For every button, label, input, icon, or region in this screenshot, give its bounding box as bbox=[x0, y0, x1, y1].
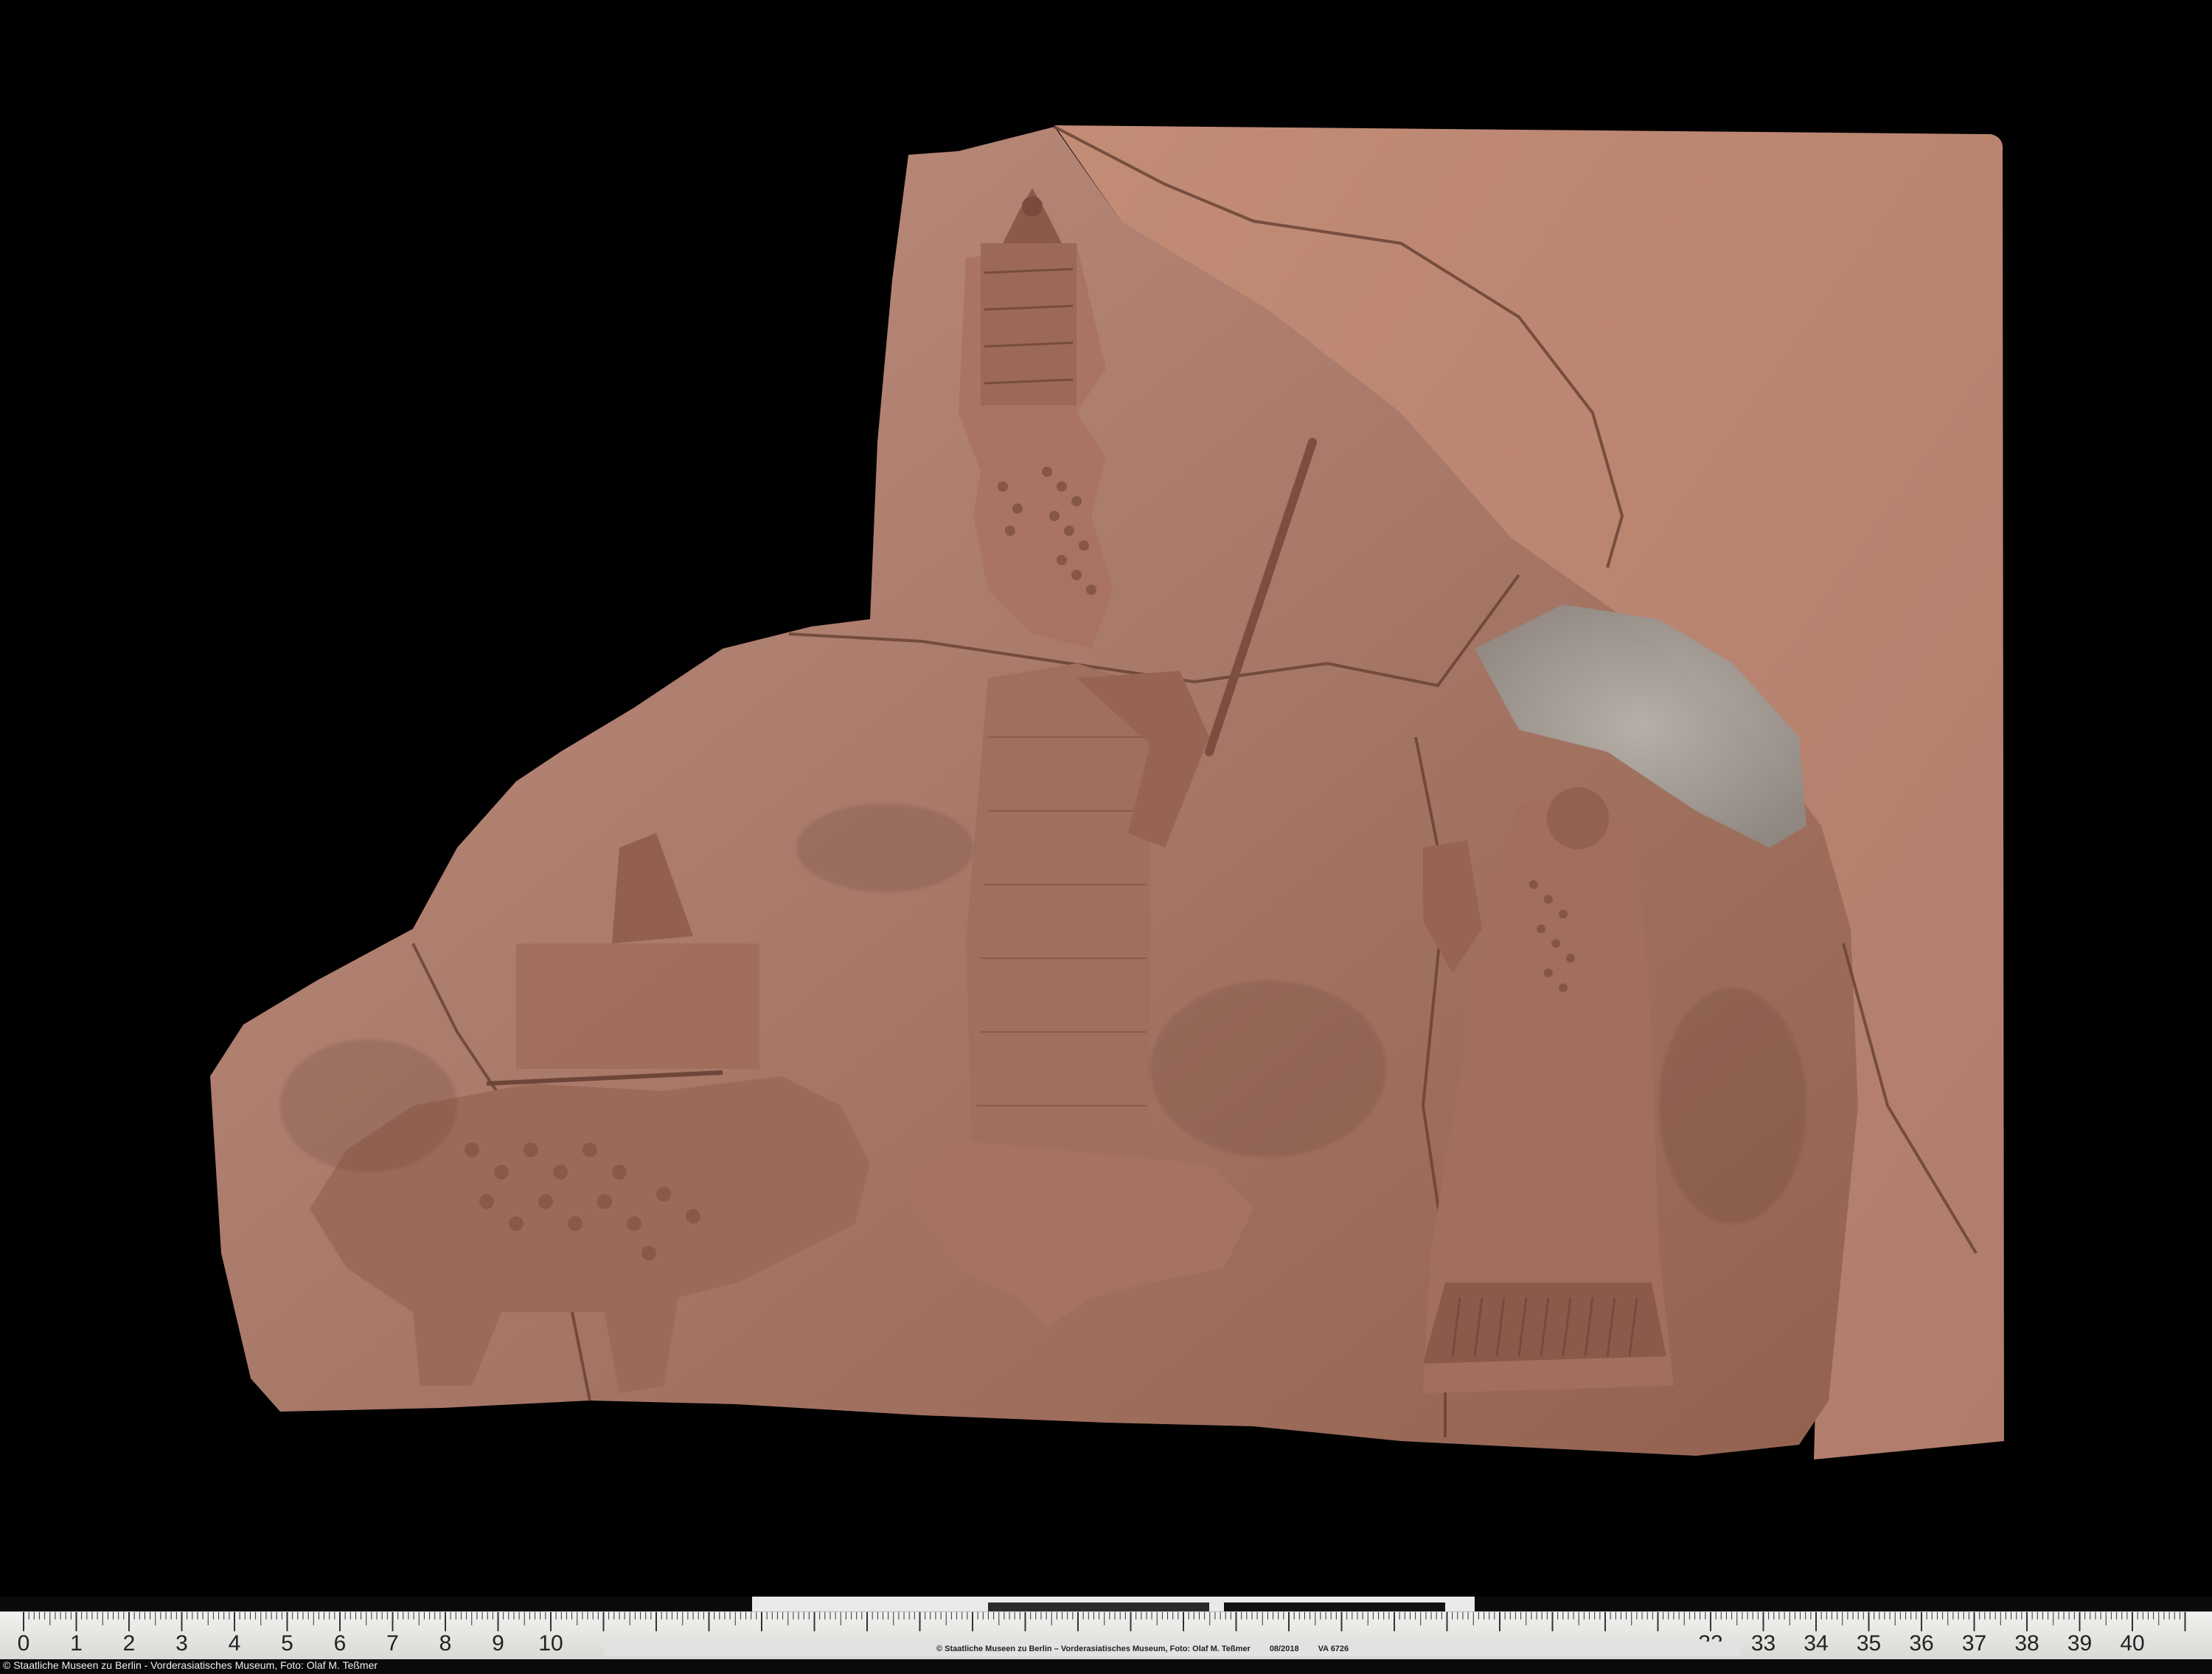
ruler-number: 36 bbox=[1909, 1631, 1933, 1656]
photo-credit: © Staatliche Museen zu Berlin - Vorderas… bbox=[3, 1659, 378, 1671]
ruler-number: 7 bbox=[386, 1631, 399, 1656]
ruler-number: 0 bbox=[18, 1631, 30, 1656]
ruler-number: 9 bbox=[492, 1631, 504, 1656]
ruler-number: 33 bbox=[1751, 1631, 1775, 1656]
relief-photograph bbox=[0, 0, 2212, 1607]
worshipper-figure bbox=[1423, 787, 1674, 1393]
ruler-number: 37 bbox=[1962, 1631, 1986, 1656]
relief-image bbox=[210, 125, 2004, 1459]
ruler-label-date: 08/2018 bbox=[1269, 1645, 1299, 1653]
ruler-label-text: © Staatliche Museen zu Berlin – Vorderas… bbox=[936, 1645, 1251, 1653]
ruler-number: 1 bbox=[70, 1631, 83, 1656]
ruler-number: 35 bbox=[1857, 1631, 1881, 1656]
ruler-number: 3 bbox=[175, 1631, 188, 1656]
ruler-number: 2 bbox=[123, 1631, 136, 1656]
ruler-number: 40 bbox=[2120, 1631, 2144, 1656]
ruler-label: © Staatliche Museen zu Berlin – Vorderas… bbox=[605, 1642, 1740, 1656]
ruler-number: 38 bbox=[2014, 1631, 2039, 1656]
ruler-number: 4 bbox=[229, 1631, 241, 1656]
ruler-number: 6 bbox=[334, 1631, 347, 1656]
ruler-number: 8 bbox=[439, 1631, 452, 1656]
ruler-number: 5 bbox=[281, 1631, 293, 1656]
ruler-number: 39 bbox=[2067, 1631, 2092, 1656]
ruler-label-id: VA 6726 bbox=[1318, 1645, 1349, 1653]
ruler-number: 34 bbox=[1804, 1631, 1828, 1656]
color-scale-bar bbox=[752, 1597, 1475, 1613]
ruler-number: 10 bbox=[538, 1631, 563, 1656]
